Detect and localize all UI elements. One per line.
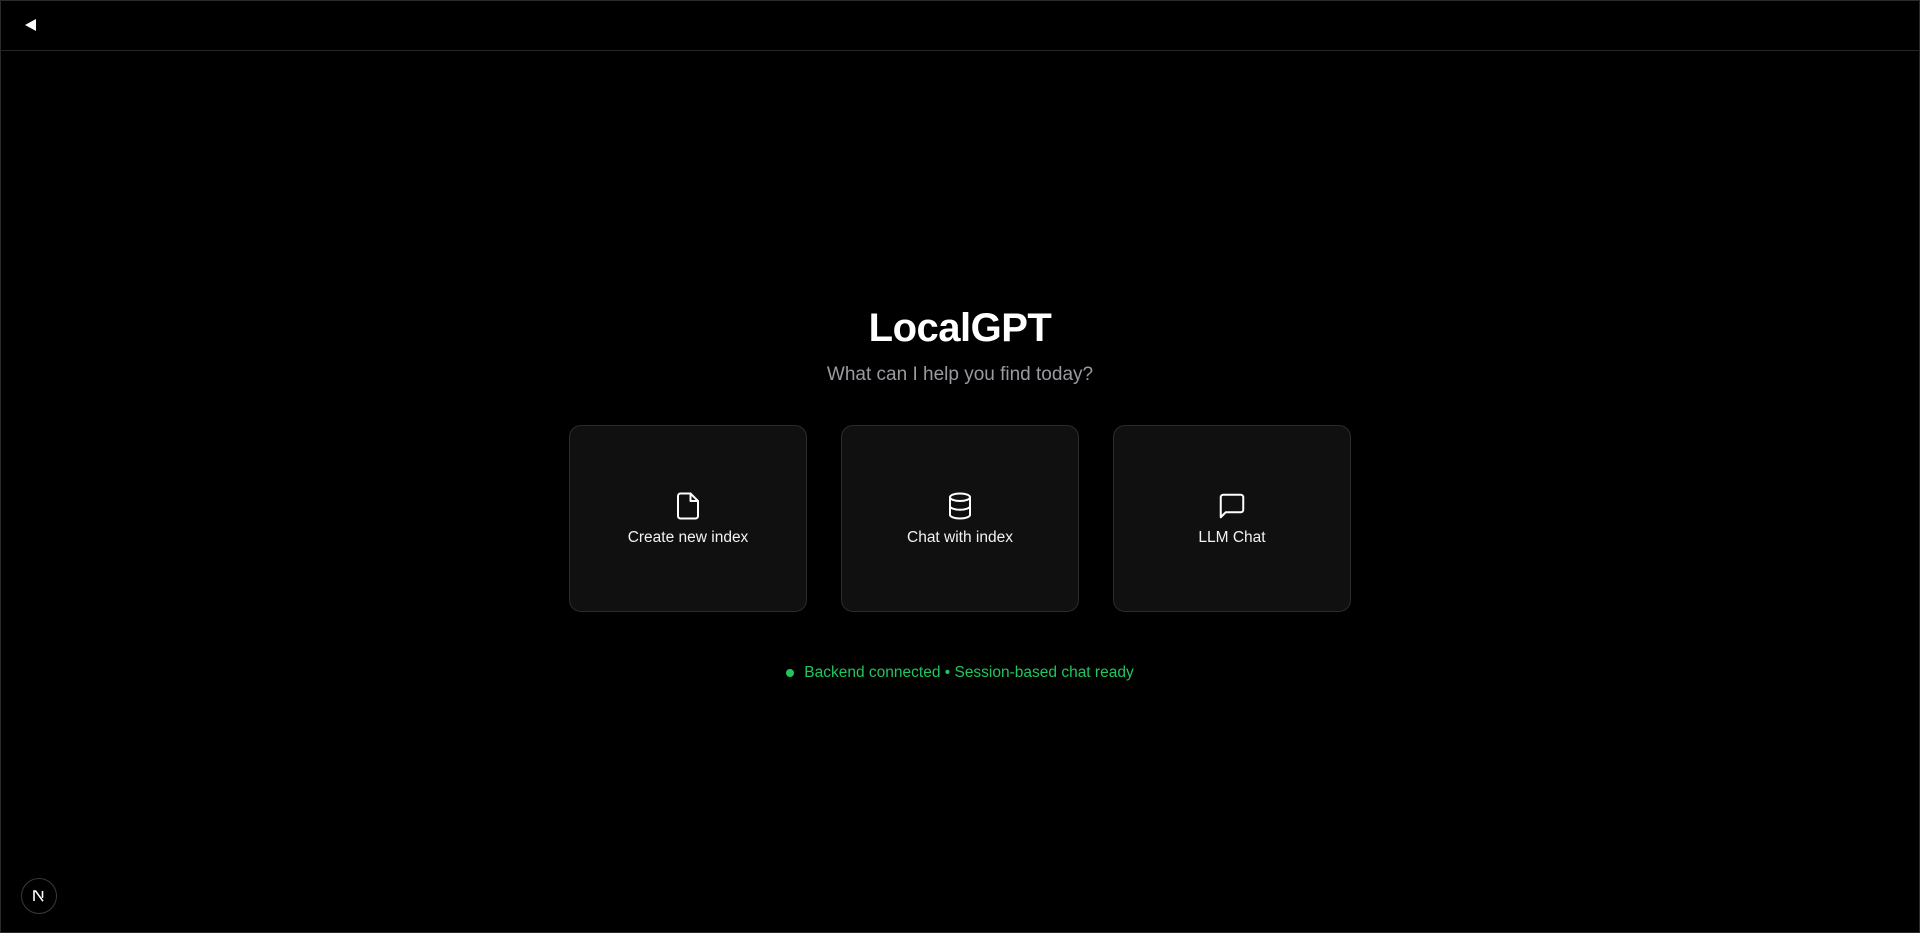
message-square-icon bbox=[1219, 493, 1245, 518]
app-window: LocalGPT What can I help you find today?… bbox=[0, 0, 1920, 933]
top-bar bbox=[1, 1, 1919, 51]
database-icon bbox=[949, 492, 971, 519]
llm-chat-card[interactable]: LLM Chat bbox=[1113, 425, 1351, 612]
backend-status: Backend connected • Session-based chat r… bbox=[786, 664, 1134, 682]
file-icon bbox=[677, 492, 699, 519]
card-label: LLM Chat bbox=[1198, 528, 1266, 546]
status-text: Backend connected • Session-based chat r… bbox=[804, 664, 1134, 681]
chat-with-index-card[interactable]: Chat with index bbox=[841, 425, 1079, 612]
page-title: LocalGPT bbox=[868, 306, 1052, 350]
sidebar-toggle-button[interactable] bbox=[19, 13, 43, 37]
create-new-index-card[interactable]: Create new index bbox=[569, 425, 807, 612]
card-label: Chat with index bbox=[907, 528, 1013, 546]
card-label: Create new index bbox=[627, 528, 749, 546]
status-dot-icon bbox=[786, 669, 795, 677]
page-subtitle: What can I help you find today? bbox=[826, 364, 1094, 385]
nextjs-devtools-button[interactable] bbox=[21, 878, 57, 914]
action-cards: Create new index Chat with index LLM Cha… bbox=[569, 425, 1351, 612]
welcome-panel: LocalGPT What can I help you find today?… bbox=[1, 301, 1919, 682]
collapse-left-triangle-icon bbox=[25, 19, 36, 31]
nextjs-logo-icon bbox=[33, 890, 44, 902]
